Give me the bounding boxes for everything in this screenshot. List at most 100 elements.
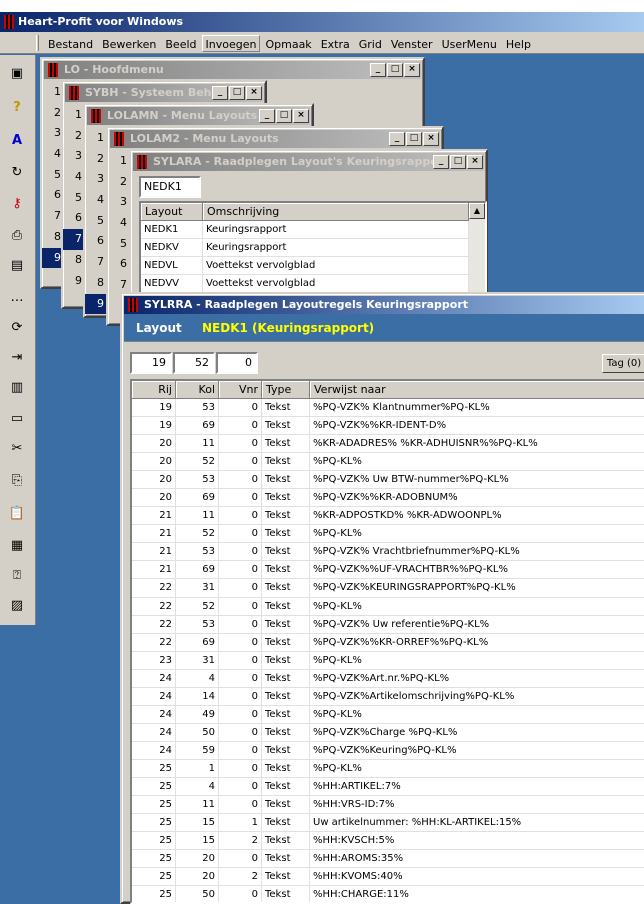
menu-number[interactable]: 9: [63, 271, 85, 292]
table-row[interactable]: 20 52 0 Tekst %PQ-KL%: [132, 453, 644, 472]
table-row[interactable]: 24 50 0 Tekst %PQ-VZK%Charge %PQ-KL%: [132, 723, 644, 742]
menu-number[interactable]: 3: [108, 192, 130, 213]
table-row[interactable]: 24 49 0 Tekst %PQ-KL%: [132, 705, 644, 724]
maximize-icon[interactable]: □: [450, 155, 466, 169]
table-row[interactable]: 23 31 0 Tekst %PQ-KL%: [132, 651, 644, 670]
font-icon[interactable]: A: [6, 130, 28, 150]
window-sylrra-titlebar[interactable]: SYLRRA - Raadplegen Layoutregels Keuring…: [124, 296, 644, 314]
table-row[interactable]: 19 69 0 Tekst %PQ-VZK%%KR-IDENT-D%: [132, 417, 644, 436]
key-icon[interactable]: ⚷: [6, 193, 28, 213]
menu-number[interactable]: 8: [63, 250, 85, 271]
row-field[interactable]: 19: [130, 352, 172, 374]
column-field[interactable]: 52: [173, 352, 215, 374]
help-icon[interactable]: ?: [6, 97, 28, 117]
table-row[interactable]: 21 69 0 Tekst %PQ-VZK%%UF-VRACHTBR%%PQ-KL%: [132, 561, 644, 580]
menu-number[interactable]: 6: [63, 208, 85, 229]
export-icon[interactable]: ⇥: [6, 347, 28, 367]
copy-icon[interactable]: ⎘: [6, 470, 28, 490]
table-row[interactable]: NEDVV Voettekst vervolgblad: [141, 275, 485, 293]
close-icon[interactable]: ×: [293, 109, 309, 123]
menu-number[interactable]: 3: [63, 146, 85, 167]
column-header[interactable]: Omschrijving: [203, 203, 469, 221]
table-row[interactable]: NEDK1 Keuringsrapport: [141, 221, 485, 239]
scroll-up-icon[interactable]: ▲: [469, 203, 485, 219]
table-row[interactable]: 24 4 0 Tekst %PQ-VZK%Art.nr.%PQ-KL%: [132, 669, 644, 688]
menu-number[interactable]: 1: [85, 128, 107, 149]
menu-invoegen[interactable]: Invoegen: [201, 35, 261, 52]
menu-number[interactable]: 6: [108, 254, 130, 275]
column-header[interactable]: Layout: [141, 203, 203, 221]
menu-usermenu[interactable]: UserMenu: [438, 35, 501, 52]
table-row[interactable]: 22 31 0 Tekst %PQ-VZK%KEURINGSRAPPORT%PQ-KL%: [132, 579, 644, 598]
window-lolamn-titlebar[interactable]: LOLAMN - Menu Layouts _ □ ×: [87, 107, 310, 125]
table-row[interactable]: NEDKV Keuringsrapport: [141, 239, 485, 257]
menu-number[interactable]: 4: [108, 213, 130, 234]
menu-number[interactable]: 5: [63, 188, 85, 209]
column-header[interactable]: Verwijst naar: [310, 381, 644, 399]
column-header[interactable]: Vnr: [219, 381, 262, 399]
table-row[interactable]: 22 53 0 Tekst %PQ-VZK% Uw referentie%PQ-KL%: [132, 615, 644, 634]
table-row[interactable]: 25 1 0 Tekst %PQ-KL%: [132, 759, 644, 778]
menu-number[interactable]: 7: [63, 229, 85, 250]
table-row[interactable]: 25 15 2 Tekst %HH:KVSCH:5%: [132, 832, 644, 851]
table-row[interactable]: 25 20 0 Tekst %HH:AROMS:35%: [132, 850, 644, 869]
menu-help[interactable]: Help: [502, 35, 535, 52]
table-row[interactable]: 25 15 1 Tekst Uw artikelnummer: %HH:KL-ARTIK…: [132, 814, 644, 833]
menu-bestand[interactable]: Bestand: [44, 35, 97, 52]
menu-grid[interactable]: Grid: [355, 35, 386, 52]
close-icon[interactable]: ×: [246, 86, 262, 100]
table-row[interactable]: 20 11 0 Tekst %KR-ADADRES% %KR-ADHUISNR%%PQ-…: [132, 435, 644, 454]
table-row[interactable]: 22 69 0 Tekst %PQ-VZK%%KR-ORREF%%PQ-KL%: [132, 633, 644, 652]
menu-beeld[interactable]: Beeld: [161, 35, 200, 52]
menu-number[interactable]: 8: [85, 273, 107, 294]
refresh-icon[interactable]: ↻: [6, 162, 28, 182]
column-header[interactable]: Rij: [132, 381, 176, 399]
paste-icon[interactable]: 📋: [6, 503, 28, 523]
menu-number[interactable]: 9: [85, 293, 107, 315]
window-sybh-titlebar[interactable]: SYBH - Systeem Behe... _ □ ×: [65, 84, 263, 102]
maximize-icon[interactable]: □: [387, 63, 403, 77]
window-lolam2-titlebar[interactable]: LOLAM2 - Menu Layouts _ □ ×: [110, 130, 440, 148]
menu-number[interactable]: 5: [85, 211, 107, 232]
table-row[interactable]: NEDVL Voettekst vervolgblad: [141, 257, 485, 275]
sync-icon[interactable]: ⟳: [6, 317, 28, 337]
menu-bewerken[interactable]: Bewerken: [98, 35, 160, 52]
grid-icon[interactable]: ▤: [6, 255, 28, 275]
menu-number[interactable]: 6: [85, 231, 107, 252]
menu-number[interactable]: 3: [85, 169, 107, 190]
table-row[interactable]: 22 52 0 Tekst %PQ-KL%: [132, 597, 644, 616]
window-lo-titlebar[interactable]: LO - Hoofdmenu _ □ ×: [44, 61, 421, 79]
maximize-icon[interactable]: □: [229, 86, 245, 100]
minimize-icon[interactable]: _: [212, 86, 228, 100]
table-row[interactable]: 25 20 2 Tekst %HH:KVOMS:40%: [132, 868, 644, 887]
minimize-icon[interactable]: _: [370, 63, 386, 77]
cut-icon[interactable]: ✂: [6, 438, 28, 458]
table-row[interactable]: 20 53 0 Tekst %PQ-VZK% Uw BTW-nummer%PQ-KL%: [132, 471, 644, 490]
clipboard-help-icon[interactable]: ⍰: [6, 565, 28, 585]
maximize-icon[interactable]: □: [276, 109, 292, 123]
maximize-icon[interactable]: □: [406, 132, 422, 146]
table-row[interactable]: 24 59 0 Tekst %PQ-VZK%Keuring%PQ-KL%: [132, 741, 644, 760]
menu-extra[interactable]: Extra: [317, 35, 354, 52]
menu-number[interactable]: 1: [108, 151, 130, 172]
table-row[interactable]: 21 52 0 Tekst %PQ-KL%: [132, 525, 644, 544]
menu-number[interactable]: 2: [63, 126, 85, 147]
window-sylara[interactable]: SYLARA - Raadplegen Layout's Keuringsrap…: [129, 149, 488, 301]
table-row[interactable]: 21 53 0 Tekst %PQ-VZK% Vrachtbriefnummer%PQ-…: [132, 543, 644, 562]
table-row[interactable]: 20 69 0 Tekst %PQ-VZK%%KR-ADOBNUM%: [132, 489, 644, 508]
table-row[interactable]: 25 11 0 Tekst %HH:VRS-ID:7%: [132, 796, 644, 815]
column-header[interactable]: Kol: [176, 381, 219, 399]
menu-number[interactable]: 1: [63, 105, 85, 126]
menu-number[interactable]: 2: [85, 149, 107, 170]
table-row[interactable]: 21 11 0 Tekst %KR-ADPOSTKD% %KR-ADWOONPL%: [132, 507, 644, 526]
menu-number[interactable]: 4: [63, 167, 85, 188]
network-icon[interactable]: ▨: [6, 595, 28, 615]
column-header[interactable]: Type: [262, 381, 310, 399]
table-row[interactable]: 24 14 0 Tekst %PQ-VZK%Artikelomschrijving%PQ…: [132, 687, 644, 706]
window-small-icon[interactable]: ▭: [6, 408, 28, 428]
menu-venster[interactable]: Venster: [387, 35, 437, 52]
tag-button[interactable]: Tag (0): [602, 354, 644, 373]
window-sylrra[interactable]: SYLRRA - Raadplegen Layoutregels Keuring…: [120, 292, 644, 904]
layout-grid-scrollbar[interactable]: ▲: [469, 203, 485, 299]
menu-number[interactable]: 5: [108, 234, 130, 255]
